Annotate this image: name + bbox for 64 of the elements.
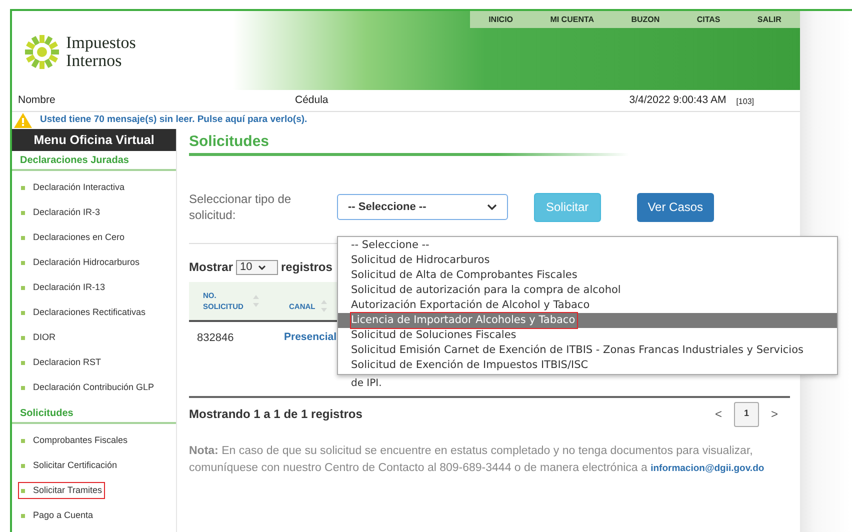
show-label: Mostrar [189, 259, 234, 276]
request-type-select[interactable]: -- Seleccione -- [337, 194, 508, 220]
sidebar-item[interactable]: Declaración IR-3 [18, 204, 104, 222]
page-title: Solicitudes [189, 132, 270, 152]
sidebar-item[interactable]: Pago a Cuenta [18, 506, 96, 524]
option-label: Autorización Exportación de Alcohol y Tabaco [350, 298, 591, 313]
nav-link[interactable]: INICIO [488, 14, 514, 26]
option-label: Solicitud de Exención de Impuestos ITBIS/ISC [350, 358, 590, 373]
note-text: Nota: En caso de que su solicitud se encuentre en estatus completado y no tenga documentos para visualizar, comuníquese con nuestro Centro de Contacto al 809-689-3444 o de manera electrónica a informacion@dgii.gov.do [189, 444, 766, 476]
sidebar-item[interactable]: Solicitar Tramites [18, 482, 106, 500]
code-text: [103] [736, 96, 754, 108]
dropdown-option[interactable]: Solicitud de Exención de Impuestos ITBIS/ISC [338, 358, 837, 373]
option-label: Licencia de Importador Alcoholes y Tabaco [350, 312, 578, 330]
next-page-link[interactable]: > [770, 405, 778, 423]
previous-page-link[interactable]: < [714, 405, 722, 423]
sidebar-item[interactable]: Declaración Hidrocarburos [18, 254, 143, 272]
sidebar-section-title: Declaraciones Juradas [12, 151, 176, 171]
page-size-select[interactable]: 10 [236, 260, 278, 274]
request-type-label: Seleccionar tipo de solicitud: [189, 191, 292, 223]
option-label: Solicitud de Alta de Comprobantes Fiscales [350, 268, 578, 283]
dropdown-option[interactable]: -- Seleccione -- [338, 238, 837, 253]
logo-text: Impuestos Internos [66, 34, 136, 70]
dropdown-option[interactable]: Autorización Exportación de Alcohol y Tabaco [338, 298, 837, 313]
name-label: Nombre [18, 92, 56, 108]
dropdown-option[interactable]: Solicitud de Soluciones Fiscales [338, 328, 837, 343]
sidebar-item[interactable]: Solicitar Certificación [18, 456, 120, 474]
sidebar-item[interactable]: Comprobantes Fiscales [18, 432, 131, 450]
sidebar-item[interactable]: DIOR [18, 328, 58, 346]
dropdown-option[interactable]: Solicitud de Hidrocarburos [338, 253, 837, 268]
sort-icon[interactable] [253, 295, 259, 307]
sidebar-section-title: Solicitudes [12, 404, 176, 424]
sidebar-item[interactable]: Declaraciones Rectificativas [18, 304, 149, 322]
nav-link[interactable]: SALIR [757, 14, 782, 26]
sidebar-item[interactable]: Declaración Contribución GLP [18, 378, 158, 396]
sidebar-title: Menu Oficina Virtual [12, 129, 176, 151]
option-label: Solicitud de Hidrocarburos [350, 252, 491, 268]
records-label: registros [281, 259, 332, 276]
datetime-text: 3/4/2022 9:00:43 AM [629, 92, 726, 108]
page-number-button[interactable]: 1 [734, 402, 759, 426]
sidebar-item[interactable]: Declaración IR-13 [18, 278, 108, 296]
dropdown-option[interactable]: Solicitud de autorización para la compra de alcohol [338, 283, 837, 298]
dropdown-option[interactable]: Licencia de Importador Alcoholes y Tabaco [338, 313, 837, 328]
channel-link[interactable]: Presencial [284, 330, 337, 346]
ver-casos-button[interactable]: Ver Casos [636, 192, 714, 222]
sort-icon[interactable] [321, 300, 328, 312]
option-label: Solicitud de Soluciones Fiscales [350, 328, 518, 343]
chevron-down-icon [258, 264, 266, 270]
records-summary: Mostrando 1 a 1 de 1 registros [189, 406, 362, 423]
unread-messages-link[interactable]: Usted tiene 70 mensaje(s) sin leer. Pulse aquí para verlo(s). [40, 113, 308, 128]
nav-link[interactable]: MI CUENTA [550, 14, 594, 26]
nav-link[interactable]: BUZON [631, 14, 660, 26]
email-link[interactable]: informacion@dgii.gov.do [650, 463, 764, 474]
sidebar-item[interactable]: Declaraciones en Cero [18, 228, 128, 246]
sidebar-item[interactable]: Declaración Interactiva [18, 178, 128, 196]
sidebar-item[interactable]: Declaracion RST [18, 354, 104, 372]
dropdown-option[interactable]: Solicitud de Alta de Comprobantes Fiscales [338, 268, 837, 283]
option-label: -- Seleccione -- [350, 238, 430, 253]
nav-link[interactable]: CITAS [696, 14, 720, 26]
warning-icon [14, 113, 32, 128]
option-label: Solicitud de autorización para la compra de alcohol [350, 282, 622, 298]
table-cell-text: 832846 [196, 330, 235, 346]
table-cell-text: de IPI. [351, 377, 382, 391]
chevron-down-icon [487, 204, 497, 210]
id-label: Cédula [295, 92, 328, 108]
